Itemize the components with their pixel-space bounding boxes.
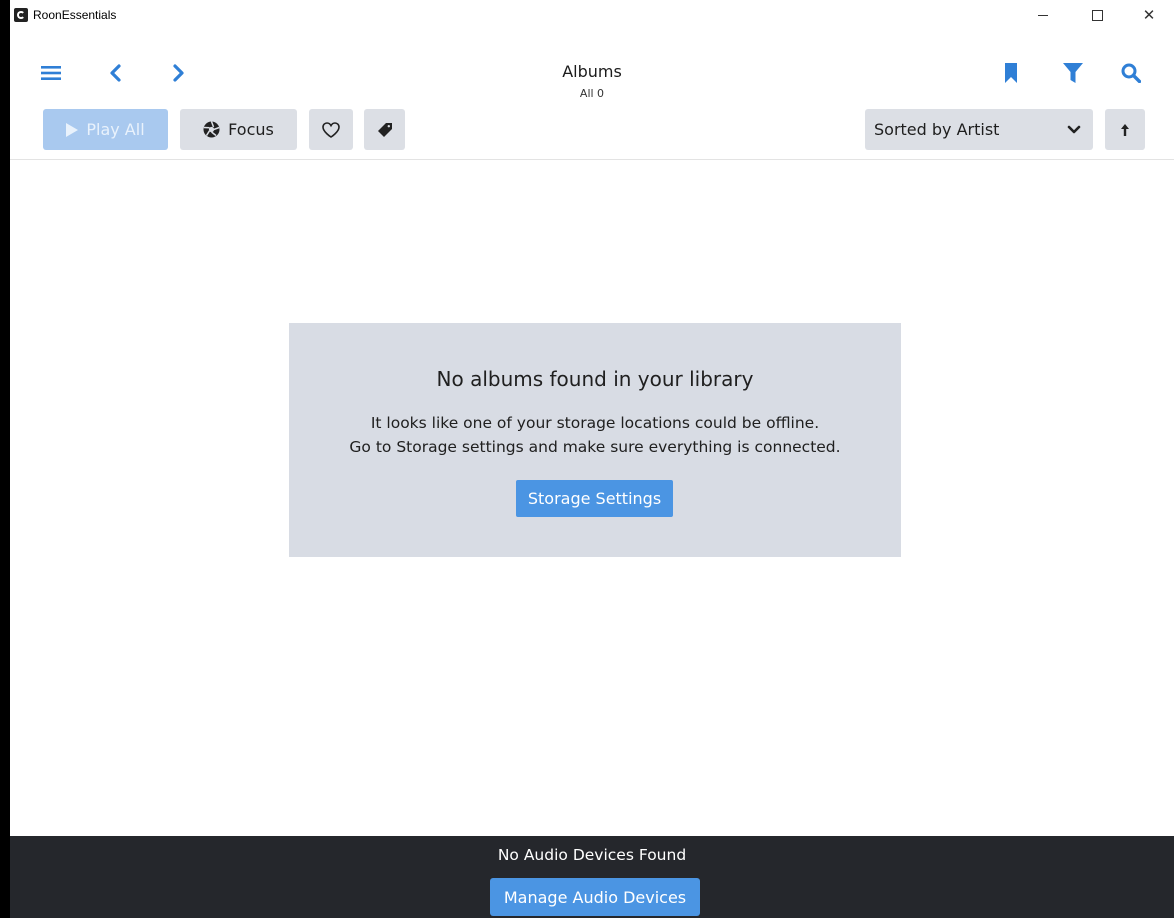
minimize-icon xyxy=(1038,14,1048,16)
heart-icon xyxy=(322,121,340,138)
app-window: RoonEssentials ✕ Albums All 0 Play All F… xyxy=(10,0,1174,918)
window-title: RoonEssentials xyxy=(33,8,117,22)
manage-audio-devices-button[interactable]: Manage Audio Devices xyxy=(490,878,700,916)
toolbar-divider xyxy=(10,159,1174,160)
maximize-button[interactable] xyxy=(1074,0,1120,30)
sort-direction-button[interactable] xyxy=(1105,109,1145,150)
app-logo-icon xyxy=(14,8,28,22)
play-icon xyxy=(66,122,79,137)
minimize-button[interactable] xyxy=(1020,0,1066,30)
empty-state-message-line2: Go to Storage settings and make sure eve… xyxy=(349,438,841,456)
storage-settings-button[interactable]: Storage Settings xyxy=(516,480,673,517)
bookmark-icon[interactable] xyxy=(1000,62,1022,84)
tag-icon xyxy=(377,122,392,137)
focus-label: Focus xyxy=(228,120,274,139)
empty-state-panel: No albums found in your library It looks… xyxy=(289,323,901,557)
focus-button[interactable]: Focus xyxy=(180,109,297,150)
empty-state-title: No albums found in your library xyxy=(436,367,754,391)
sort-dropdown[interactable]: Sorted by Artist xyxy=(865,109,1093,150)
aperture-icon xyxy=(203,121,220,138)
footer-bar: No Audio Devices Found Manage Audio Devi… xyxy=(10,836,1174,918)
tag-button[interactable] xyxy=(364,109,405,150)
close-button[interactable]: ✕ xyxy=(1126,0,1172,30)
play-all-button[interactable]: Play All xyxy=(43,109,168,150)
favorite-button[interactable] xyxy=(309,109,353,150)
play-all-label: Play All xyxy=(86,120,145,139)
maximize-icon xyxy=(1091,9,1103,21)
footer-message: No Audio Devices Found xyxy=(497,846,687,864)
title-bar[interactable]: RoonEssentials ✕ xyxy=(10,0,1174,30)
sort-label: Sorted by Artist xyxy=(874,120,1000,139)
page-subtitle: All 0 xyxy=(579,87,605,100)
arrow-up-icon xyxy=(1121,123,1129,136)
search-icon[interactable] xyxy=(1120,62,1142,84)
close-icon: ✕ xyxy=(1142,5,1156,24)
filter-icon[interactable] xyxy=(1062,62,1084,84)
chevron-down-icon xyxy=(1067,125,1081,133)
empty-state-message-line1: It looks like one of your storage locati… xyxy=(370,414,820,432)
